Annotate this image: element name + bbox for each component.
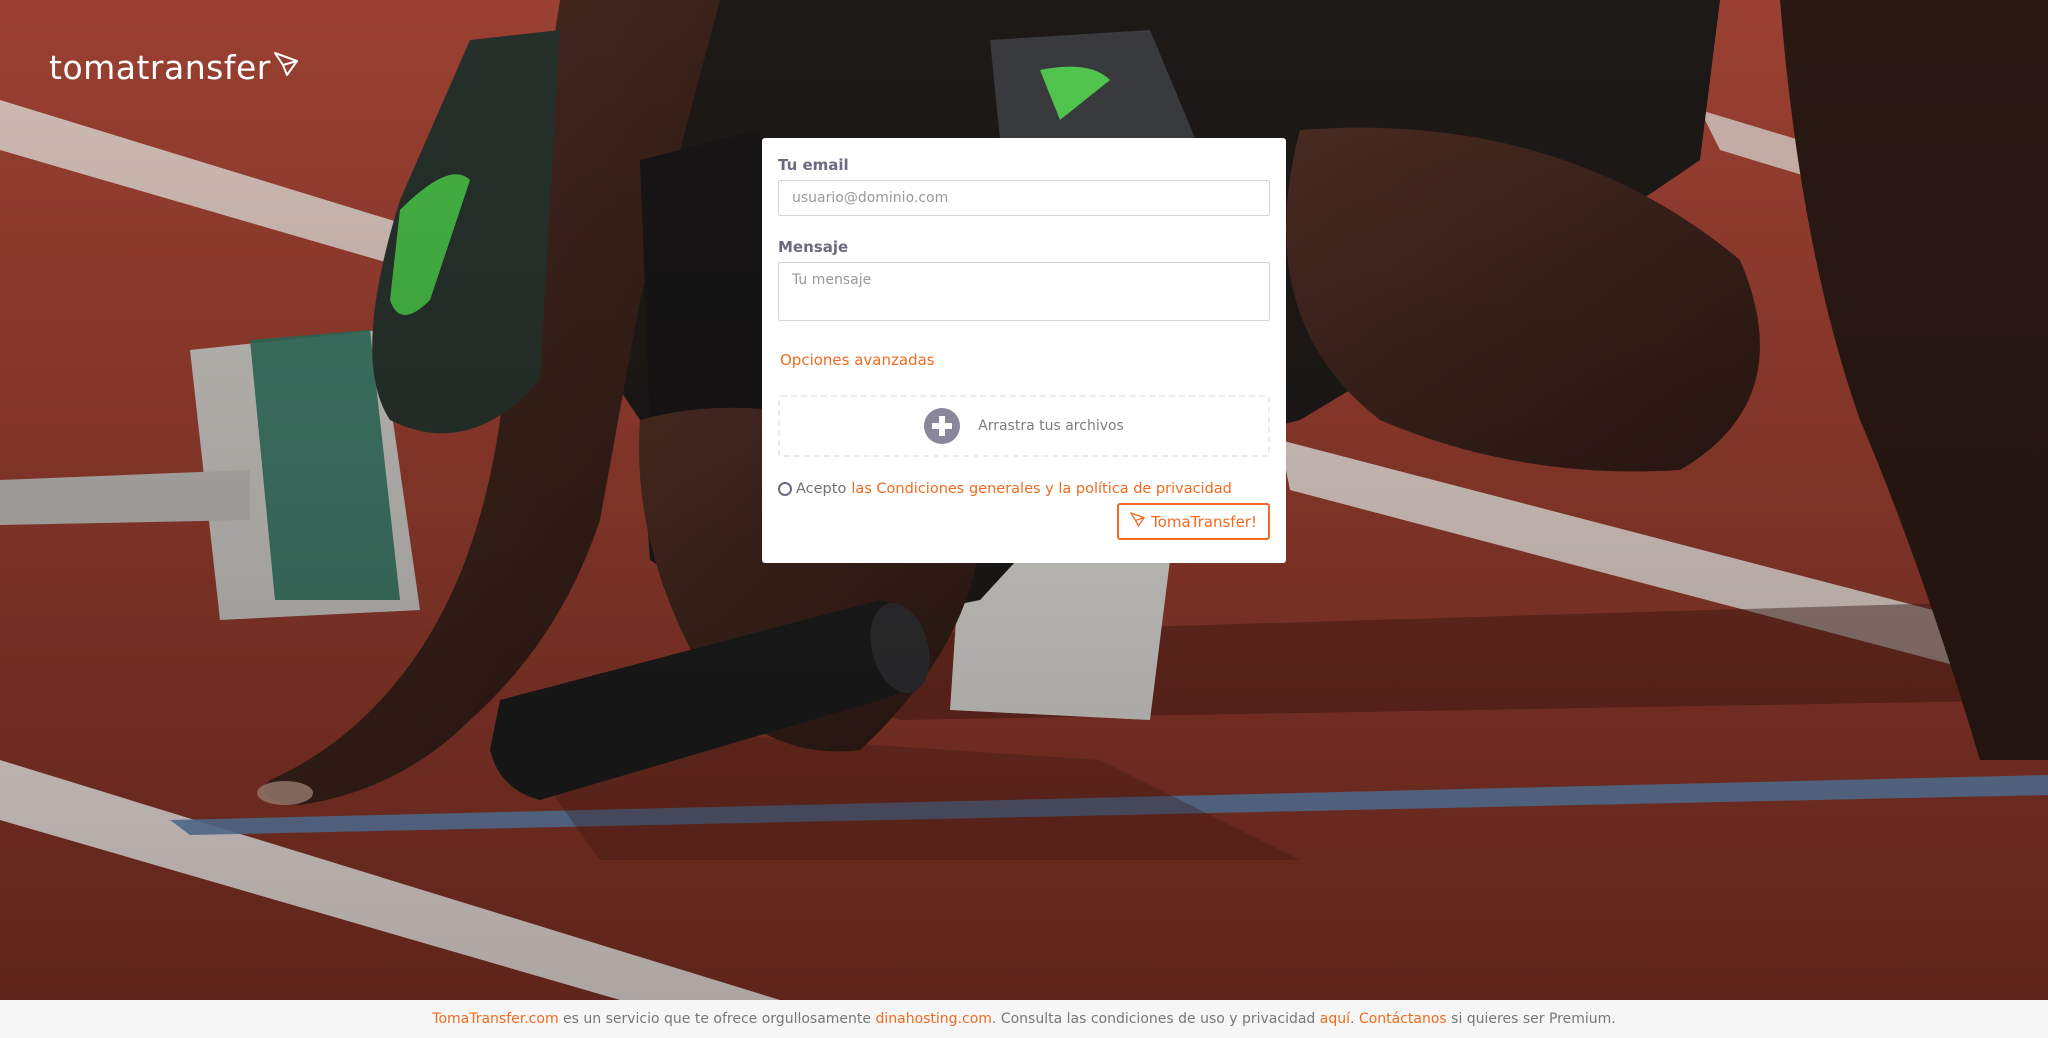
footer-text-3: . <box>1350 1011 1359 1027</box>
submit-button[interactable]: TomaTransfer! <box>1117 503 1270 540</box>
footer-host-link[interactable]: dinahosting.com <box>875 1011 991 1027</box>
paper-plane-icon <box>1130 512 1145 531</box>
plus-circle-icon <box>924 408 961 444</box>
submit-label: TomaTransfer! <box>1151 512 1257 531</box>
terms-prefix: Acepto <box>796 481 847 497</box>
page: tomatransfer Tu email Mensaje Opciones a… <box>0 0 2048 1038</box>
brand-logo[interactable]: tomatransfer <box>49 48 299 87</box>
footer-text-2: . Consulta las condiciones de uso y priv… <box>991 1011 1320 1027</box>
footer-here-link[interactable]: aquí <box>1320 1011 1350 1027</box>
paper-plane-icon <box>273 46 299 85</box>
message-field[interactable] <box>778 262 1270 321</box>
email-field[interactable] <box>778 180 1270 216</box>
terms-radio[interactable] <box>778 482 792 496</box>
file-dropzone[interactable]: Arrastra tus archivos <box>778 395 1270 457</box>
advanced-options-link[interactable]: Opciones avanzadas <box>780 351 935 369</box>
footer-site-link[interactable]: TomaTransfer.com <box>432 1011 558 1027</box>
footer-text-1: es un servicio que te ofrece orgullosame… <box>558 1011 876 1027</box>
terms-link[interactable]: las Condiciones generales y la política … <box>851 481 1232 497</box>
message-label: Mensaje <box>778 238 849 256</box>
footer: TomaTransfer.com es un servicio que te o… <box>0 1000 2048 1038</box>
submit-row: TomaTransfer! <box>778 503 1270 540</box>
brand-logo-text: tomatransfer <box>49 48 271 87</box>
dropzone-text: Arrastra tus archivos <box>978 418 1124 434</box>
terms-row: Acepto las Condiciones generales y la po… <box>778 481 1270 497</box>
email-label: Tu email <box>778 156 849 174</box>
footer-contact-link[interactable]: Contáctanos <box>1359 1011 1447 1027</box>
footer-text-4: si quieres ser Premium. <box>1446 1011 1616 1027</box>
upload-form-panel: Tu email Mensaje Opciones avanzadas Arra… <box>762 138 1286 563</box>
